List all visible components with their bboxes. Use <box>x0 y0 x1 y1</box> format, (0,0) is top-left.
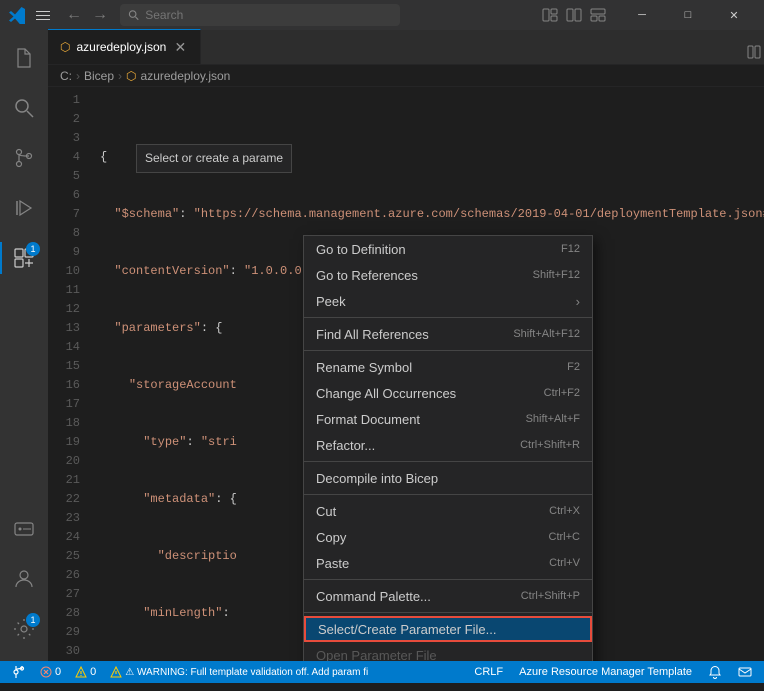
status-language[interactable]: Azure Resource Manager Template <box>515 661 696 683</box>
status-source-control[interactable] <box>8 661 30 683</box>
activity-item-accounts[interactable] <box>0 555 48 603</box>
menu-separator-2 <box>304 350 592 351</box>
activity-item-search[interactable] <box>0 84 48 132</box>
title-bar: ← → ─ □ ✕ <box>0 0 764 30</box>
status-bell[interactable] <box>704 661 726 683</box>
extensions-badge: 1 <box>26 242 40 256</box>
status-bar-left: 0 0 ⚠ WARNING: Full template validation … <box>8 661 372 683</box>
menu-item-find-all-references[interactable]: Find All References Shift+Alt+F12 <box>304 321 592 347</box>
menu-item-go-to-definition[interactable]: Go to Definition F12 <box>304 236 592 262</box>
split-editor-button[interactable] <box>564 5 584 25</box>
context-menu: Go to Definition F12 Go to References Sh… <box>303 235 593 661</box>
tab-bar: ⬡ azuredeploy.json ✕ ••• <box>48 30 764 65</box>
layout-toggle-button[interactable] <box>540 5 560 25</box>
activity-item-source-control[interactable] <box>0 134 48 182</box>
activity-item-settings[interactable]: 1 <box>0 605 48 653</box>
status-crlf-label: CRLF <box>474 666 503 678</box>
tab-file-icon: ⬡ <box>60 40 70 54</box>
back-button[interactable]: ← <box>62 3 86 27</box>
status-bar-right: CRLF Azure Resource Manager Template <box>470 661 756 683</box>
tab-close-button[interactable]: ✕ <box>172 39 188 55</box>
forward-button[interactable]: → <box>88 3 112 27</box>
settings-badge: 1 <box>26 613 40 627</box>
tab-azuredeploy-json[interactable]: ⬡ azuredeploy.json ✕ <box>48 29 201 64</box>
line-numbers: 12345 678910 1112131415 1617181920 21222… <box>48 87 92 661</box>
tab-right-buttons: ••• <box>742 40 764 64</box>
search-bar[interactable] <box>120 4 400 26</box>
status-warnings[interactable]: 0 <box>71 661 100 683</box>
code-editor: 12345 678910 1112131415 1617181920 21222… <box>48 87 764 661</box>
menu-item-change-all-occurrences[interactable]: Change All Occurrences Ctrl+F2 <box>304 380 592 406</box>
menu-item-command-palette[interactable]: Command Palette... Ctrl+Shift+P <box>304 583 592 609</box>
title-bar-right: ─ □ ✕ <box>540 0 756 30</box>
activity-item-extensions[interactable]: 1 <box>0 234 48 282</box>
title-bar-left: ← → <box>8 3 112 27</box>
activity-item-remote[interactable] <box>0 505 48 553</box>
menu-item-open-parameter-file: Open Parameter File <box>304 642 592 661</box>
warning-count: 0 <box>90 666 96 678</box>
status-errors[interactable]: 0 <box>36 661 65 683</box>
vscode-logo-icon <box>8 6 26 24</box>
activity-bar: 1 1 <box>0 30 48 661</box>
minimize-button[interactable]: ─ <box>620 0 664 30</box>
menu-item-decompile-into-bicep[interactable]: Decompile into Bicep <box>304 465 592 491</box>
menu-separator-3 <box>304 461 592 462</box>
search-input[interactable] <box>145 8 392 22</box>
menu-separator-5 <box>304 579 592 580</box>
menu-separator-6 <box>304 612 592 613</box>
activity-bar-bottom: 1 <box>0 505 48 661</box>
menu-separator-1 <box>304 317 592 318</box>
status-mail[interactable] <box>734 661 756 683</box>
split-editor-right-button[interactable] <box>742 40 764 64</box>
activity-item-run[interactable] <box>0 184 48 232</box>
close-button[interactable]: ✕ <box>712 0 756 30</box>
menu-item-select-create-parameter-file[interactable]: Select/Create Parameter File... <box>304 616 592 642</box>
layout-button[interactable] <box>588 5 608 25</box>
editor-area: ⬡ azuredeploy.json ✕ ••• C: › Bicep › ⬡ … <box>48 30 764 661</box>
status-language-label: Azure Resource Manager Template <box>519 666 692 678</box>
warning-text: ⚠ WARNING: Full template validation off.… <box>125 667 368 678</box>
search-icon <box>128 9 139 21</box>
main-layout: 1 1 <box>0 30 764 661</box>
status-warning-message[interactable]: ⚠ WARNING: Full template validation off.… <box>106 661 372 683</box>
status-bar: 0 0 ⚠ WARNING: Full template validation … <box>0 661 764 683</box>
breadcrumb: C: › Bicep › ⬡ azuredeploy.json <box>48 65 764 87</box>
window-controls: ─ □ ✕ <box>620 0 756 30</box>
activity-item-explorer[interactable] <box>0 34 48 82</box>
nav-buttons: ← → <box>62 3 112 27</box>
breadcrumb-bicep[interactable]: Bicep <box>84 69 114 83</box>
hamburger-menu-icon[interactable] <box>34 5 54 25</box>
menu-item-rename-symbol[interactable]: Rename Symbol F2 <box>304 354 592 380</box>
status-crlf[interactable]: CRLF <box>470 661 507 683</box>
menu-item-refactor[interactable]: Refactor... Ctrl+Shift+R <box>304 432 592 458</box>
menu-item-copy[interactable]: Copy Ctrl+C <box>304 524 592 550</box>
breadcrumb-c[interactable]: C: <box>60 69 72 83</box>
error-count: 0 <box>55 666 61 678</box>
maximize-button[interactable]: □ <box>666 0 710 30</box>
menu-item-go-to-references[interactable]: Go to References Shift+F12 <box>304 262 592 288</box>
code-tooltip: Select or create a parame <box>136 144 292 173</box>
menu-separator-4 <box>304 494 592 495</box>
breadcrumb-icon-file: ⬡ <box>126 69 136 83</box>
menu-item-peek[interactable]: Peek › <box>304 288 592 314</box>
menu-item-cut[interactable]: Cut Ctrl+X <box>304 498 592 524</box>
menu-item-format-document[interactable]: Format Document Shift+Alt+F <box>304 406 592 432</box>
tab-label: azuredeploy.json <box>76 40 166 54</box>
breadcrumb-file[interactable]: azuredeploy.json <box>141 69 231 83</box>
menu-item-paste[interactable]: Paste Ctrl+V <box>304 550 592 576</box>
